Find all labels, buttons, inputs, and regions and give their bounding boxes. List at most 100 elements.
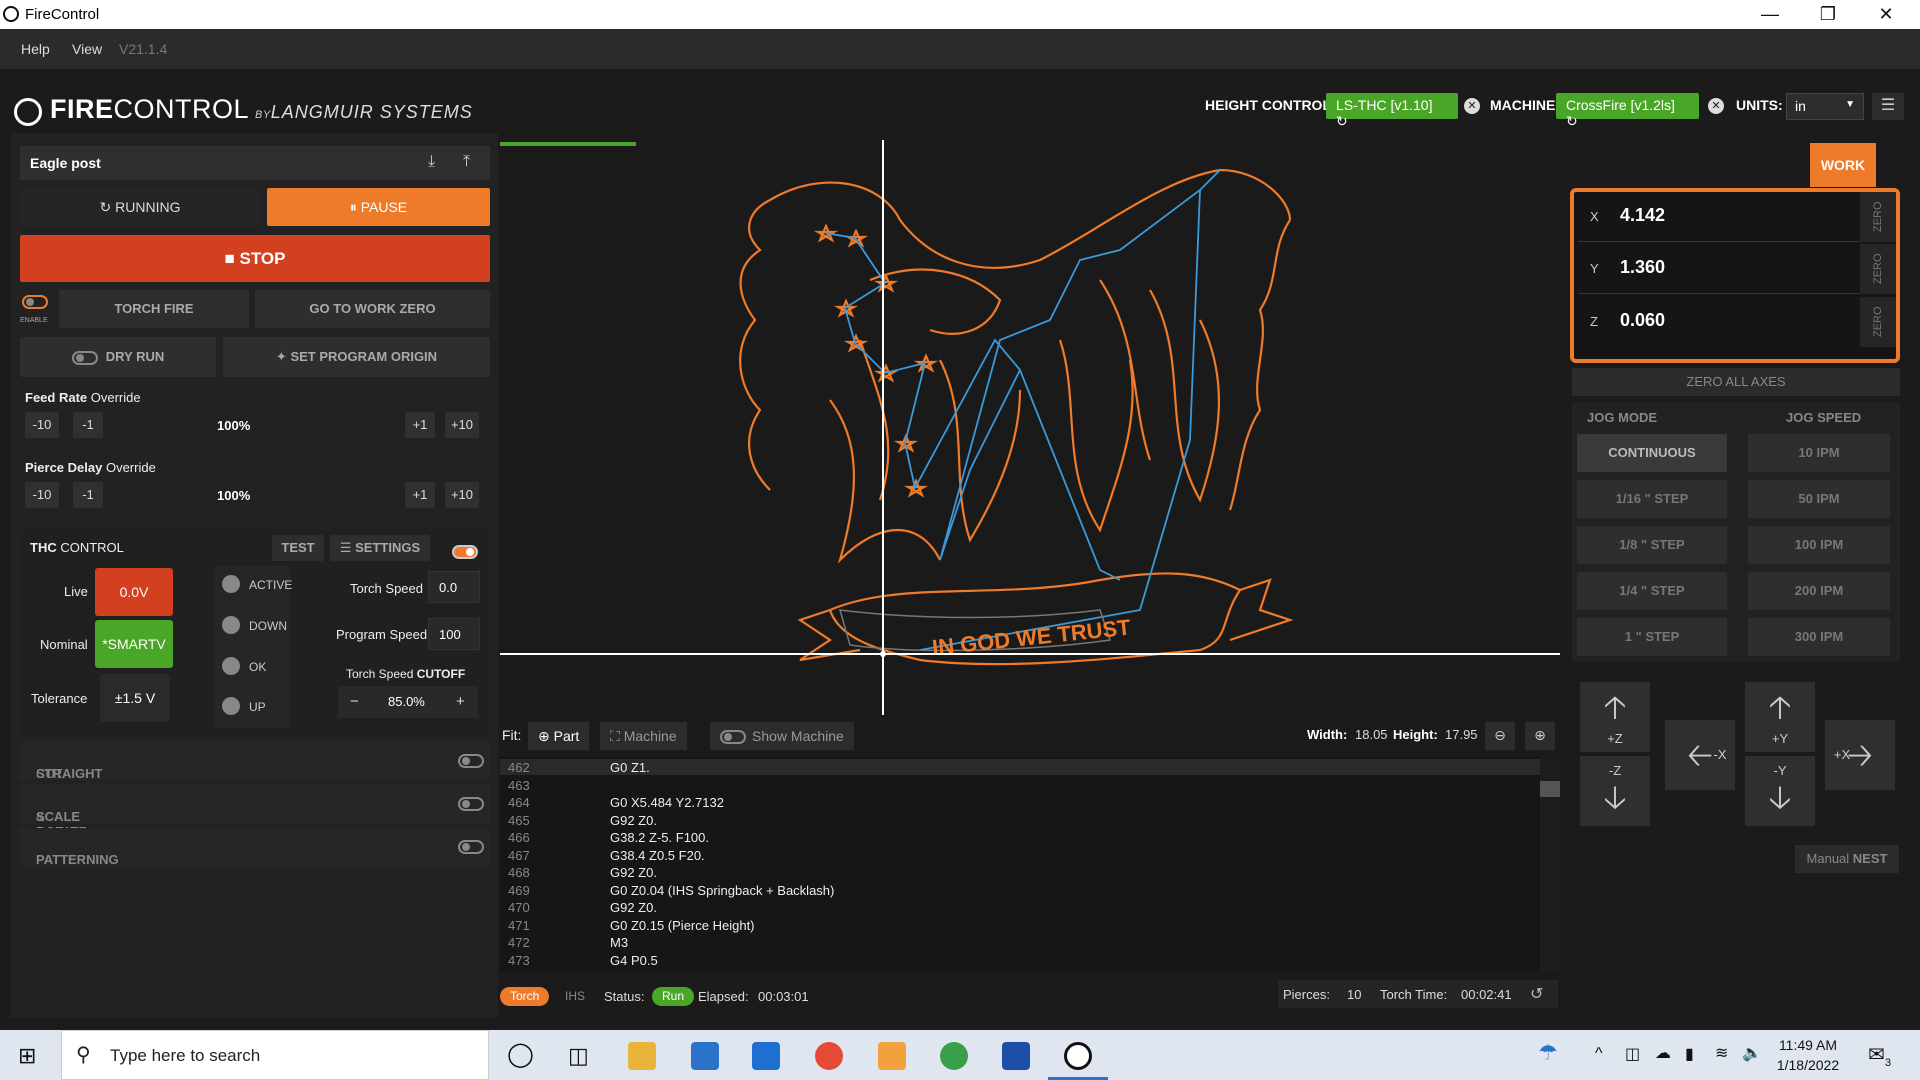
thc-test-button[interactable]: TEST bbox=[272, 535, 324, 561]
set-program-origin-button[interactable]: ✦ SET PROGRAM ORIGIN bbox=[223, 337, 490, 377]
fit-part-button[interactable]: ⊕ Part bbox=[528, 722, 590, 750]
zoom-in-icon[interactable]: ⊕ bbox=[1525, 722, 1555, 750]
cortana-icon[interactable]: ◯ bbox=[507, 1040, 534, 1069]
thc-settings-button[interactable]: ☰ SETTINGS bbox=[330, 535, 430, 561]
show-machine-button[interactable]: Show Machine bbox=[710, 722, 854, 750]
feed-rate-plus-1[interactable]: +1 bbox=[405, 412, 435, 438]
manual-nest-button[interactable]: Manual NEST bbox=[1795, 845, 1899, 873]
task-view-icon[interactable]: ◫ bbox=[568, 1043, 589, 1069]
firecontrol-taskbar-icon[interactable] bbox=[1064, 1042, 1092, 1070]
cutoff-plus-button[interactable]: + bbox=[456, 693, 465, 710]
pause-button[interactable]: ⏸ PAUSE bbox=[267, 188, 490, 226]
toolpath-canvas[interactable]: IN GOD WE TRUST bbox=[500, 140, 1560, 715]
thc-ok-label: OK bbox=[249, 660, 267, 674]
fusion-icon[interactable] bbox=[878, 1042, 906, 1070]
zero-all-axes-button[interactable]: ZERO ALL AXES bbox=[1572, 368, 1900, 396]
close-button[interactable]: ✕ bbox=[1858, 2, 1914, 26]
fit-machine-button[interactable]: ⛶ Machine bbox=[600, 722, 687, 750]
height-control-disconnect-icon[interactable]: ✕ bbox=[1464, 98, 1480, 114]
jog-x-plus-button[interactable]: +X 🡢 bbox=[1825, 720, 1895, 790]
jog-speed-100[interactable]: 100 IPM bbox=[1748, 526, 1890, 564]
jog-speed-300[interactable]: 300 IPM bbox=[1748, 618, 1890, 656]
jog-z-minus-button[interactable]: -Z 🡣 bbox=[1580, 756, 1650, 826]
thc-nominal-value[interactable]: *SMARTV bbox=[95, 620, 173, 668]
jog-mode-continuous[interactable]: CONTINUOUS bbox=[1577, 434, 1727, 472]
height-control-selector[interactable]: LS-THC [v1.10] ↻ bbox=[1326, 93, 1458, 129]
show-machine-toggle[interactable] bbox=[720, 730, 746, 745]
volume-icon[interactable]: 🔈 bbox=[1742, 1043, 1762, 1063]
cloud-icon[interactable]: ☁ bbox=[1655, 1043, 1671, 1063]
feed-rate-minus-1[interactable]: -1 bbox=[73, 412, 103, 438]
patterning-section[interactable]: PATTERNING bbox=[20, 828, 490, 867]
jog-speed-200[interactable]: 200 IPM bbox=[1748, 572, 1890, 610]
jog-y-plus-button[interactable]: 🡡 +Y bbox=[1745, 682, 1815, 752]
tray-chevron-up-icon[interactable]: ^ bbox=[1595, 1045, 1603, 1063]
machine-disconnect-icon[interactable]: ✕ bbox=[1708, 98, 1724, 114]
jog-speed-50[interactable]: 50 IPM bbox=[1748, 480, 1890, 518]
dro-x-axis: X bbox=[1590, 209, 1599, 224]
taskbar-clock[interactable]: 11:49 AM 1/18/2022 bbox=[1768, 1035, 1848, 1075]
restore-button[interactable]: ❐ bbox=[1800, 2, 1856, 26]
store-icon[interactable] bbox=[691, 1042, 719, 1070]
go-to-work-zero-button[interactable]: GO TO WORK ZERO bbox=[255, 290, 490, 328]
pierce-delay-minus-1[interactable]: -1 bbox=[73, 482, 103, 508]
vectric-icon[interactable] bbox=[1002, 1042, 1030, 1070]
jog-z-plus-button[interactable]: 🡡 +Z bbox=[1580, 682, 1650, 752]
cutoff-minus-button[interactable]: − bbox=[350, 693, 359, 710]
scale-rotate-section[interactable]: SCALE & ROTATE bbox=[20, 785, 490, 839]
menu-help[interactable]: Help bbox=[21, 41, 50, 57]
minimize-button[interactable]: — bbox=[1742, 2, 1798, 26]
battery-icon[interactable]: ▮ bbox=[1685, 1044, 1694, 1064]
umbrella-icon[interactable]: ☂ bbox=[1538, 1040, 1558, 1066]
patterning-toggle[interactable] bbox=[458, 840, 484, 854]
zero-x-button[interactable]: ZERO bbox=[1860, 192, 1896, 242]
jog-x-minus-button[interactable]: 🡠 -X bbox=[1665, 720, 1735, 790]
jog-mode-1[interactable]: 1 " STEP bbox=[1577, 618, 1727, 656]
sync-app-icon[interactable] bbox=[940, 1042, 968, 1070]
windows-start-icon[interactable]: ⊞ bbox=[18, 1043, 36, 1069]
jog-mode-1-4[interactable]: 1/4 " STEP bbox=[1577, 572, 1727, 610]
gcode-scrollbar[interactable] bbox=[1540, 757, 1560, 972]
mail-icon[interactable] bbox=[752, 1042, 780, 1070]
torch-fire-button[interactable]: TORCH FIRE bbox=[59, 290, 249, 328]
work-tab[interactable]: WORK bbox=[1810, 143, 1876, 187]
zero-y-button[interactable]: ZERO bbox=[1860, 244, 1896, 294]
chrome-icon[interactable] bbox=[815, 1042, 843, 1070]
dry-run-toggle[interactable] bbox=[71, 350, 98, 365]
scale-rotate-toggle[interactable] bbox=[458, 797, 484, 811]
jog-speed-10[interactable]: 10 IPM bbox=[1748, 434, 1890, 472]
dry-run-button[interactable]: DRY RUN bbox=[20, 337, 216, 377]
menu-view[interactable]: View bbox=[72, 41, 102, 57]
running-button[interactable]: ↻ RUNNING bbox=[20, 188, 260, 226]
thc-enable-toggle[interactable] bbox=[452, 545, 478, 559]
straight-cut-toggle[interactable] bbox=[458, 754, 484, 768]
settings-menu-icon[interactable]: ☰ bbox=[1872, 93, 1904, 120]
reset-icon[interactable]: ↺ bbox=[1530, 984, 1543, 1004]
notification-icon[interactable]: ✉ bbox=[1868, 1042, 1885, 1067]
gcode-scroll-thumb[interactable] bbox=[1540, 781, 1560, 797]
download-icon[interactable]: ⤓ bbox=[428, 153, 435, 171]
jog-mode-1-16[interactable]: 1/16 " STEP bbox=[1577, 480, 1727, 518]
upload-icon[interactable]: ⤒ bbox=[463, 153, 470, 171]
file-explorer-icon[interactable] bbox=[628, 1042, 656, 1070]
jog-mode-1-8[interactable]: 1/8 " STEP bbox=[1577, 526, 1727, 564]
pierce-delay-plus-1[interactable]: +1 bbox=[405, 482, 435, 508]
taskbar-search[interactable]: ⚲ Type here to search bbox=[61, 1030, 489, 1080]
feed-rate-minus-10[interactable]: -10 bbox=[25, 412, 59, 438]
enable-toggle[interactable] bbox=[22, 295, 48, 309]
jog-y-minus-button[interactable]: -Y 🡣 bbox=[1745, 756, 1815, 826]
machine-selector[interactable]: CrossFire [v1.2ls] ↻ bbox=[1556, 93, 1699, 129]
wifi-icon[interactable]: ≋ bbox=[1715, 1043, 1728, 1063]
zero-z-button[interactable]: ZERO bbox=[1860, 297, 1896, 347]
device-icon[interactable]: ◫ bbox=[1625, 1044, 1640, 1064]
pierce-delay-minus-10[interactable]: -10 bbox=[25, 482, 59, 508]
cutoff-stepper[interactable]: − 85.0% + bbox=[338, 686, 478, 718]
feed-rate-plus-10[interactable]: +10 bbox=[445, 412, 479, 438]
straight-cut-section[interactable]: STRAIGHT CUT bbox=[20, 742, 490, 781]
zoom-out-icon[interactable]: ⊖ bbox=[1485, 722, 1515, 750]
thc-tolerance-value[interactable]: ±1.5 V bbox=[100, 674, 170, 722]
units-select[interactable]: in ▼ bbox=[1786, 93, 1864, 120]
gcode-viewer[interactable]: 462 G0 Z1. 463 464 G0 X5.484 Y2.7132 465 G92 Z… bbox=[500, 757, 1560, 972]
pierce-delay-plus-10[interactable]: +10 bbox=[445, 482, 479, 508]
stop-button[interactable]: ■ STOP bbox=[20, 235, 490, 282]
